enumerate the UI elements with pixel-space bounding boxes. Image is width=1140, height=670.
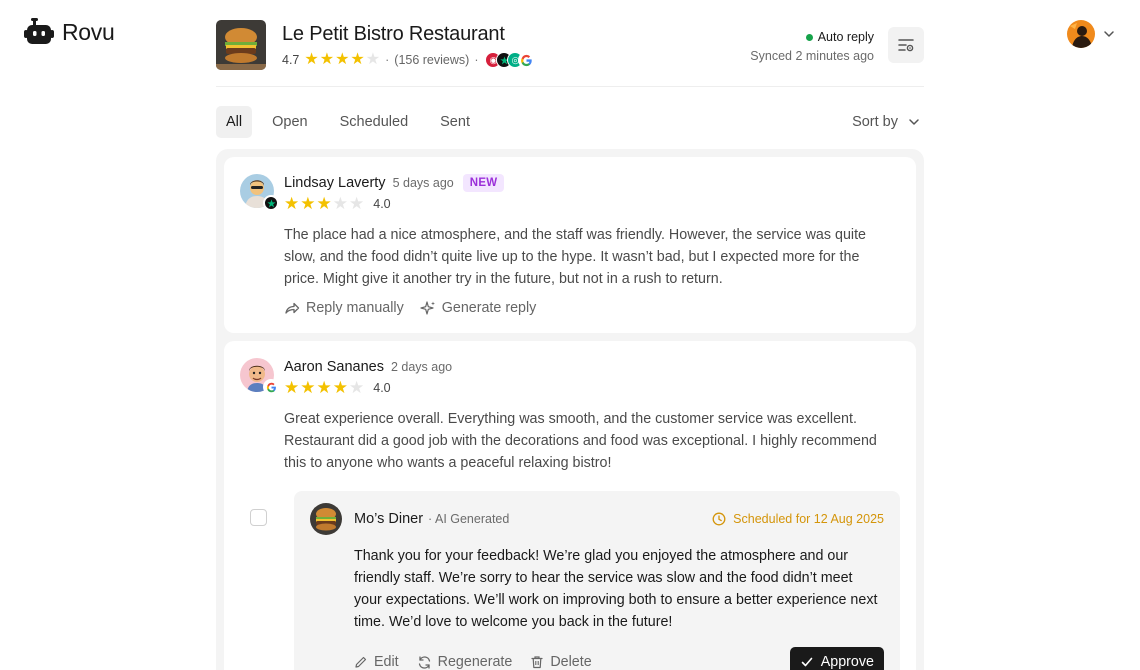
review-rating: ★ ★ ★ ★ ★ 4.0 xyxy=(284,379,900,396)
reviewer-avatar xyxy=(240,174,279,211)
reviews-count: (156 reviews) xyxy=(394,53,470,67)
checkmark-icon xyxy=(801,657,813,667)
star-icon: ★ xyxy=(350,51,365,68)
review-card: Aaron Sananes 2 days ago ★ ★ ★ ★ ★ 4.0 G… xyxy=(224,341,916,670)
review-rating-value: 4.0 xyxy=(373,380,391,395)
ai-reply-box: Mo’s Diner · AI Generated Scheduled for … xyxy=(294,491,900,670)
chevron-down-icon xyxy=(1104,31,1114,37)
approve-button[interactable]: Approve xyxy=(789,647,884,670)
sort-by-label: Sort by xyxy=(852,114,898,130)
delete-label: Delete xyxy=(550,654,592,670)
star-icon: ★ xyxy=(365,51,381,68)
review-time: 2 days ago xyxy=(390,360,453,374)
star-icon: ★ xyxy=(316,194,332,213)
reviews-feed: Lindsay Laverty 5 days ago NEW ★ ★ ★ ★ ★… xyxy=(216,149,924,670)
main-content: Le Petit Bistro Restaurant 4.7 ★ ★ ★ ★ ★… xyxy=(216,0,924,670)
auto-reply-status: Auto reply xyxy=(750,30,874,44)
business-header: Le Petit Bistro Restaurant 4.7 ★ ★ ★ ★ ★… xyxy=(216,0,924,87)
review-rating-value: 4.0 xyxy=(373,196,391,211)
clock-icon xyxy=(712,512,726,526)
reviewer-avatar xyxy=(240,358,279,395)
robot-logo-icon xyxy=(24,18,54,44)
star-icon: ★ xyxy=(284,378,300,397)
tab-all[interactable]: All xyxy=(216,106,253,138)
star-icon: ★ xyxy=(332,194,348,213)
edit-label: Edit xyxy=(374,654,399,670)
pencil-icon xyxy=(355,656,367,668)
regenerate-label: Regenerate xyxy=(437,654,513,670)
connected-platforms: ◉ ◎ xyxy=(485,52,535,68)
sort-by-dropdown[interactable]: Sort by xyxy=(852,114,924,130)
star-icon: ★ xyxy=(335,51,350,68)
star-icon: ★ xyxy=(319,51,335,68)
google-icon xyxy=(263,379,279,395)
generate-reply-label: Generate reply xyxy=(441,300,537,316)
business-rating-value: 4.7 xyxy=(282,53,300,67)
business-rating-stars: ★ ★ ★ ★ ★ xyxy=(304,52,380,68)
reviewer-name: Lindsay Laverty xyxy=(284,175,386,191)
reviewer-name: Aaron Sananes xyxy=(284,359,384,375)
refresh-icon xyxy=(418,655,430,669)
review-card: Lindsay Laverty 5 days ago NEW ★ ★ ★ ★ ★… xyxy=(224,157,916,333)
approve-label: Approve xyxy=(820,654,874,670)
scheduled-status: Scheduled for 12 Aug 2025 xyxy=(712,512,884,526)
select-reply-checkbox[interactable] xyxy=(250,509,267,526)
meta-separator: · xyxy=(385,53,390,67)
star-icon: ★ xyxy=(300,378,316,397)
generate-reply-button[interactable]: Generate reply xyxy=(420,300,537,316)
new-badge: NEW xyxy=(462,174,505,192)
ai-generated-tag: · AI Generated xyxy=(428,512,510,526)
star-icon: ★ xyxy=(304,51,319,68)
star-icon: ★ xyxy=(316,378,332,397)
meta-separator: · xyxy=(474,53,479,67)
review-rating: ★ ★ ★ ★ ★ 4.0 xyxy=(284,195,900,212)
filter-tabs: All Open Scheduled Sent Sort by xyxy=(216,96,924,148)
share-arrow-icon xyxy=(285,302,300,314)
sync-status: Synced 2 minutes ago xyxy=(750,49,874,63)
star-icon: ★ xyxy=(349,378,365,397)
settings-button[interactable] xyxy=(888,27,924,63)
star-icon: ★ xyxy=(284,194,300,213)
app-logo[interactable]: Rovu xyxy=(24,18,115,46)
reply-text: Thank you for your feedback! We’re glad … xyxy=(354,548,878,630)
google-icon xyxy=(518,52,535,68)
review-time: 5 days ago xyxy=(392,176,454,190)
reply-author: Mo’s Diner xyxy=(354,511,424,527)
auto-reply-label: Auto reply xyxy=(817,30,874,44)
business-photo xyxy=(216,20,266,70)
tab-scheduled[interactable]: Scheduled xyxy=(330,106,419,138)
star-icon: ★ xyxy=(349,194,365,213)
reply-manually-label: Reply manually xyxy=(306,300,404,316)
trash-icon xyxy=(531,656,543,669)
trustpilot-icon xyxy=(263,195,279,211)
business-name: Le Petit Bistro Restaurant xyxy=(282,23,505,45)
tab-open[interactable]: Open xyxy=(262,106,317,138)
app-name: Rovu xyxy=(62,18,115,45)
tab-sent[interactable]: Sent xyxy=(430,106,480,138)
business-reply-avatar xyxy=(310,503,342,535)
user-menu[interactable] xyxy=(1067,20,1115,48)
reply-manually-button[interactable]: Reply manually xyxy=(284,300,404,316)
delete-reply-button[interactable]: Delete xyxy=(530,654,592,670)
chevron-down-icon xyxy=(909,119,919,125)
sparkle-icon xyxy=(420,301,435,315)
review-text: Great experience overall. Everything was… xyxy=(284,411,877,471)
star-icon: ★ xyxy=(332,378,348,397)
user-avatar xyxy=(1067,20,1095,48)
regenerate-reply-button[interactable]: Regenerate xyxy=(417,654,513,670)
status-dot-icon xyxy=(805,33,813,41)
scheduled-date: Scheduled for 12 Aug 2025 xyxy=(733,512,884,526)
star-icon: ★ xyxy=(300,194,316,213)
sliders-settings-icon xyxy=(898,39,914,52)
edit-reply-button[interactable]: Edit xyxy=(354,654,399,670)
review-text: The place had a nice atmosphere, and the… xyxy=(284,227,866,287)
